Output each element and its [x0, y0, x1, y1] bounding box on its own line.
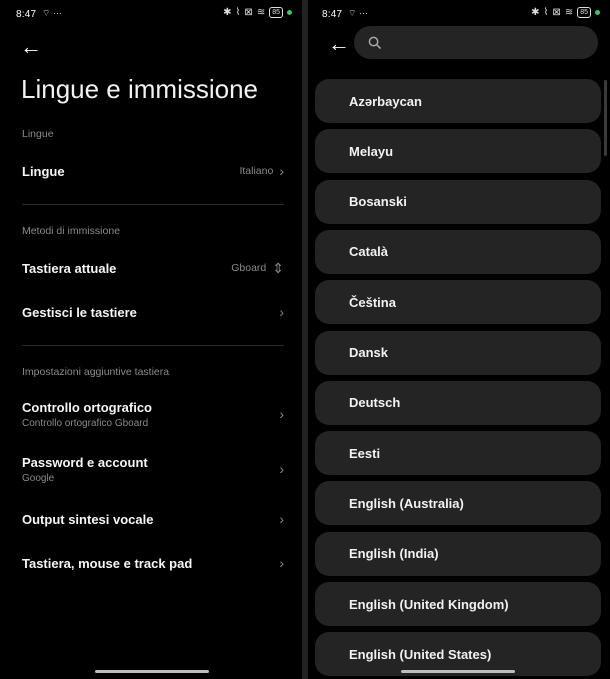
section-label-aggiuntive: Impostazioni aggiuntive tastiera — [22, 366, 170, 378]
lingue-row-value: Italiano — [239, 165, 274, 177]
section-label-metodi: Metodi di immissione — [22, 225, 121, 237]
system-icons: ✱ ⌇ ⊠ ≋ 85 — [531, 7, 600, 18]
password-account-subtitle: Google — [22, 472, 55, 484]
controllo-ortografico-subtitle: Controllo ortografico Gboard — [22, 417, 149, 429]
language-item[interactable]: Melayu — [315, 129, 601, 174]
scrollbar[interactable] — [604, 80, 607, 156]
password-account-text: Password e account Google — [22, 455, 148, 484]
bluetooth-icon: ✱ — [531, 7, 540, 18]
battery-icon: 85 — [577, 7, 591, 18]
notification-icons: ⌔ ··· — [42, 8, 62, 18]
lingue-row-value-wrap: Italiano › — [239, 163, 284, 179]
language-item[interactable]: Dansk — [315, 330, 601, 375]
language-item[interactable]: Azərbaycan — [315, 79, 601, 123]
status-bar: 8:47 ⌔ ··· ✱ ⌇ ⊠ ≋ 85 — [0, 0, 302, 30]
page-title: Lingue e immissione — [21, 74, 259, 104]
language-item[interactable]: English (Australia) — [315, 481, 601, 526]
output-sintesi-row[interactable]: Output sintesi vocale › — [22, 508, 284, 530]
password-account-row[interactable]: Password e account Google › — [22, 453, 284, 485]
chevron-right-icon: › — [279, 304, 284, 320]
controllo-ortografico-row[interactable]: Controllo ortografico Controllo ortograf… — [22, 398, 284, 430]
output-sintesi-title: Output sintesi vocale — [22, 511, 154, 527]
search-bar[interactable] — [354, 26, 598, 59]
search-input[interactable] — [389, 34, 573, 51]
chevron-right-icon: › — [279, 406, 284, 422]
wifi-icon: ≋ — [256, 7, 266, 18]
home-indicator[interactable] — [95, 670, 209, 673]
vibrate-icon: ⌇ — [235, 7, 241, 18]
tastiera-attuale-title: Tastiera attuale — [22, 260, 117, 276]
divider — [22, 204, 284, 205]
password-account-title: Password e account — [22, 454, 148, 470]
home-indicator[interactable] — [401, 670, 515, 673]
notification-icons: ⌔ ··· — [348, 8, 368, 18]
status-time: 8:47 — [322, 9, 343, 20]
back-arrow-icon[interactable]: ← — [20, 34, 42, 60]
language-item[interactable]: Català — [315, 229, 601, 274]
language-item[interactable]: Eesti — [315, 431, 601, 476]
language-item[interactable]: English (United Kingdom) — [315, 582, 601, 626]
divider — [22, 345, 284, 346]
privacy-dot-icon — [287, 10, 292, 15]
settings-screen: 8:47 ⌔ ··· ✱ ⌇ ⊠ ≋ 85 ← Lingue e immissi… — [0, 0, 302, 679]
vibrate-icon: ⌇ — [543, 7, 549, 18]
gestisci-tastiere-row[interactable]: Gestisci le tastiere › — [22, 301, 284, 323]
language-item[interactable]: Čeština — [315, 280, 601, 325]
privacy-dot-icon — [595, 10, 600, 15]
sim-icon: ⊠ — [552, 7, 561, 18]
section-label-lingue: Lingue — [22, 128, 54, 140]
tastiera-attuale-value: Gboard — [231, 262, 267, 274]
tastiera-mouse-row[interactable]: Tastiera, mouse e track pad › — [22, 552, 284, 574]
chevron-up-down-icon: ⇕ — [272, 259, 284, 276]
tastiera-attuale-row[interactable]: Tastiera attuale Gboard ⇕ — [22, 257, 284, 279]
bluetooth-icon: ✱ — [223, 7, 232, 18]
chevron-right-icon: › — [279, 461, 284, 477]
chevron-right-icon: › — [279, 555, 284, 571]
wifi-icon: ≋ — [564, 7, 574, 18]
language-item[interactable]: Bosanski — [315, 179, 601, 224]
sim-icon: ⊠ — [244, 7, 253, 18]
system-icons: ✱ ⌇ ⊠ ≋ 85 — [223, 7, 292, 18]
gestisci-tastiere-title: Gestisci le tastiere — [22, 304, 137, 320]
language-item[interactable]: Deutsch — [315, 380, 601, 425]
back-arrow-icon[interactable]: ← — [328, 31, 350, 57]
chevron-right-icon: › — [279, 511, 284, 527]
lingue-row-title: Lingue — [22, 163, 65, 179]
controllo-ortografico-title: Controllo ortografico — [22, 399, 152, 415]
tastiera-attuale-value-wrap: Gboard ⇕ — [231, 260, 284, 277]
search-icon — [368, 36, 381, 49]
controllo-ortografico-text: Controllo ortografico Controllo ortograf… — [22, 400, 152, 429]
chevron-right-icon: › — [279, 163, 284, 179]
language-picker-screen: 8:47 ⌔ ··· ✱ ⌇ ⊠ ≋ 85 ← Azərbaycan Melayu… — [308, 0, 610, 679]
status-time: 8:47 — [16, 9, 37, 20]
tastiera-mouse-title: Tastiera, mouse e track pad — [22, 555, 193, 571]
battery-icon: 85 — [269, 7, 283, 18]
language-item[interactable]: English (India) — [315, 531, 601, 576]
lingue-row[interactable]: Lingue Italiano › — [22, 160, 284, 182]
